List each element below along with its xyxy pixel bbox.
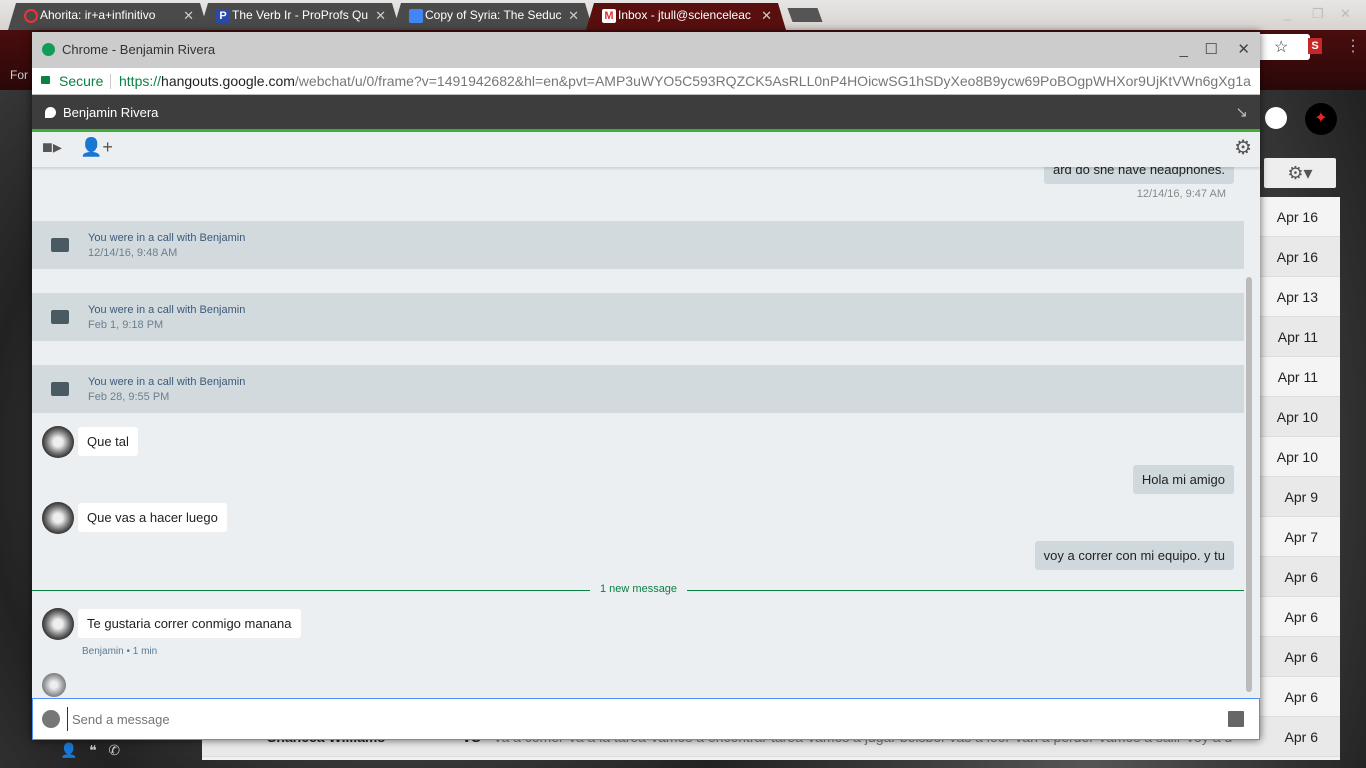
image-icon[interactable] — [1228, 711, 1244, 727]
extension-icon[interactable]: S — [1308, 38, 1322, 54]
minimize-icon[interactable]: _ — [1180, 32, 1188, 68]
message-composer — [32, 698, 1260, 740]
message-outgoing: Hola mi amigo — [1132, 465, 1234, 494]
tab-inbox[interactable]: M Inbox - jtull@scienceleac ✕ — [586, 3, 786, 30]
proprofs-icon: P — [216, 9, 230, 23]
tab-ahorita[interactable]: Ahorita: ir+a+infinitivo ✕ — [8, 3, 208, 30]
email-date: Apr 6 — [1284, 649, 1318, 665]
hangouts-popup-window: Chrome - Benjamin Rivera _ ☐ ✕ Secure htt… — [32, 32, 1260, 740]
message-outgoing: ard do she have headphones. — [1043, 167, 1234, 184]
chat-toolbar: ■▸ 👤+ ⚙ — [32, 132, 1260, 167]
email-date: Apr 9 — [1284, 489, 1318, 505]
call-record: You were in a call with Benjamin Feb 1, 9… — [32, 293, 1244, 341]
star-icon[interactable]: ☆ — [1274, 37, 1288, 57]
email-date: Apr 16 — [1276, 209, 1318, 225]
email-date: Apr 6 — [1284, 569, 1318, 585]
close-tab-icon[interactable]: ✕ — [761, 3, 772, 28]
close-icon[interactable]: ✕ — [1237, 32, 1250, 68]
settings-gear-icon[interactable]: ⚙ — [1234, 135, 1252, 160]
email-date: Apr 16 — [1276, 249, 1318, 265]
menu-icon[interactable]: ⋮ — [1345, 36, 1361, 56]
omnibox-end[interactable]: ☆ — [1260, 34, 1310, 60]
tab-strip: Ahorita: ir+a+infinitivo ✕ P The Verb Ir -… — [0, 0, 1366, 30]
gmail-icon: M — [602, 9, 616, 23]
address-bar[interactable]: Secure https://hangouts.google.com/webcha… — [32, 68, 1260, 95]
close-tab-icon[interactable]: ✕ — [183, 3, 194, 28]
email-date: Apr 6 — [1284, 689, 1318, 705]
message-outgoing: voy a correr con mi equipo. y tu — [1034, 541, 1234, 570]
contacts-icon[interactable]: 👤 — [60, 742, 77, 758]
settings-gear-button[interactable]: ⚙▾ — [1264, 158, 1336, 188]
new-message-divider: 1 new message — [32, 583, 1244, 595]
message-list: ard do she have headphones. 12/14/16, 9:… — [32, 167, 1260, 698]
video-camera-icon — [51, 238, 69, 252]
chat-header: Benjamin Rivera ↘ — [32, 95, 1260, 132]
emoji-icon[interactable] — [42, 710, 60, 728]
scrollbar[interactable] — [1246, 277, 1252, 692]
video-camera-icon — [51, 382, 69, 396]
chat-bubble-icon — [45, 107, 56, 118]
message-timestamp: 12/14/16, 9:47 AM — [1136, 188, 1226, 200]
call-record: You were in a call with Benjamin Feb 28, … — [32, 365, 1244, 413]
close-tab-icon[interactable]: ✕ — [375, 3, 386, 28]
notifications-icon[interactable] — [1265, 107, 1287, 129]
message-input[interactable] — [67, 707, 1167, 731]
avatar — [42, 502, 74, 534]
tab-proprofs[interactable]: P The Verb Ir - ProProfs Qu ✕ — [200, 3, 400, 30]
new-tab-button[interactable] — [787, 8, 823, 22]
email-date: Apr 10 — [1276, 449, 1318, 465]
email-date: Apr 6 — [1284, 729, 1318, 745]
avatar — [42, 426, 74, 458]
phone-icon[interactable]: ✆ — [108, 742, 120, 758]
restore-icon[interactable]: ❐ — [1312, 6, 1324, 22]
video-call-icon[interactable]: ■▸ — [42, 137, 62, 158]
message-meta: Benjamin • 1 min — [82, 646, 158, 657]
call-record: You were in a call with Benjamin 12/14/16… — [32, 221, 1244, 269]
hangouts-icon[interactable]: ❝ — [89, 742, 97, 758]
hangouts-logo-icon — [42, 43, 55, 56]
popin-arrow-icon[interactable]: ↘ — [1235, 95, 1248, 130]
close-window-icon[interactable]: ✕ — [1340, 6, 1351, 22]
close-tab-icon[interactable]: ✕ — [568, 3, 579, 28]
email-date: Apr 11 — [1277, 329, 1318, 345]
account-avatar[interactable]: ✦ — [1305, 103, 1337, 135]
lock-icon — [41, 76, 50, 84]
message-incoming: Te gustaria correr conmigo manana — [78, 609, 301, 638]
docs-icon — [409, 9, 423, 23]
tab-docs[interactable]: Copy of Syria: The Seduc ✕ — [393, 3, 593, 30]
hangouts-footer-icons: 👤 ❝ ✆ — [60, 742, 120, 759]
popup-titlebar: Chrome - Benjamin Rivera _ ☐ ✕ — [32, 32, 1260, 68]
avatar — [42, 608, 74, 640]
maximize-icon[interactable]: ☐ — [1205, 32, 1218, 68]
minimize-icon[interactable]: _ — [1284, 6, 1291, 21]
email-date: Apr 13 — [1276, 289, 1318, 305]
email-date: Apr 6 — [1284, 609, 1318, 625]
video-camera-icon — [51, 310, 69, 324]
ring-icon — [24, 9, 38, 23]
email-date: Apr 11 — [1277, 369, 1318, 385]
email-date: Apr 10 — [1276, 409, 1318, 425]
email-date: Apr 7 — [1284, 529, 1318, 545]
message-incoming: Que tal — [78, 427, 138, 456]
add-person-icon[interactable]: 👤+ — [80, 137, 113, 158]
read-receipt-avatar — [42, 673, 66, 697]
message-incoming: Que vas a hacer luego — [78, 503, 227, 532]
